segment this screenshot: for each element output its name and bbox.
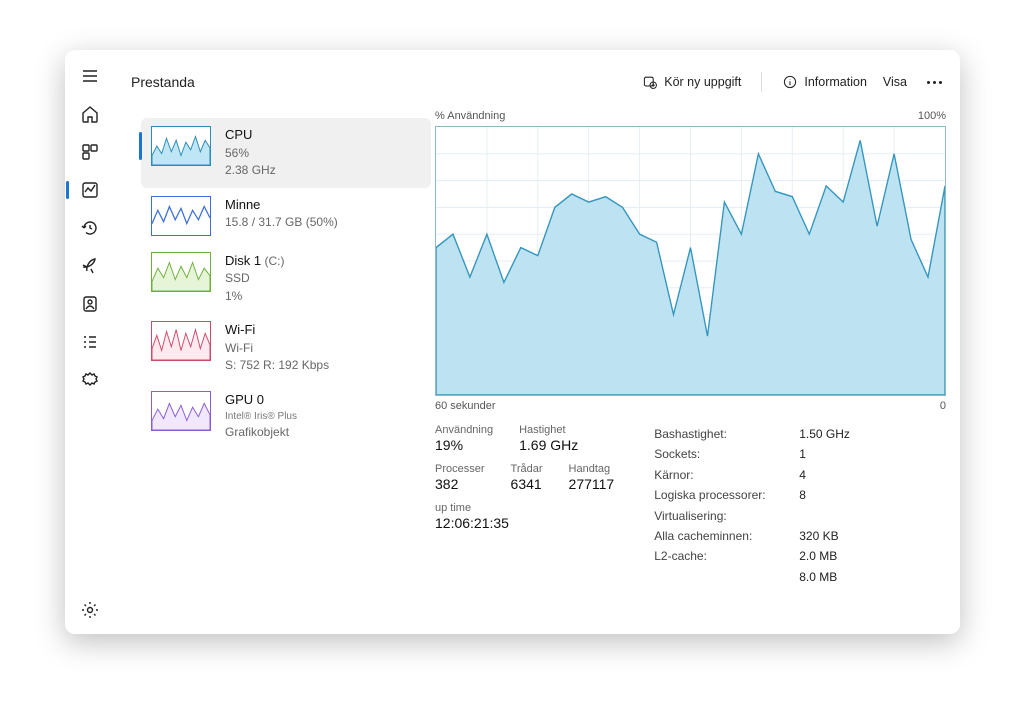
details-icon[interactable] xyxy=(80,332,100,352)
item-line1: Grafikobjekt xyxy=(225,424,297,441)
main-pane: % Användning 100% 60 sekunder 0 xyxy=(431,110,960,634)
task-manager-window: Prestanda Kör ny uppgift Information Vis… xyxy=(65,50,960,634)
wifi-thumb xyxy=(151,321,211,361)
item-line1: 56% xyxy=(225,145,276,162)
item-name: CPU xyxy=(225,126,276,145)
sidebar-item-wifi[interactable]: Wi-Fi Wi-Fi S: 752 R: 192 Kbps xyxy=(141,313,431,383)
l3-k xyxy=(654,567,789,587)
gpu-meta: GPU 0 Intel® Iris® Plus Grafikobjekt xyxy=(225,391,297,442)
uptime-value: 12:06:21:35 xyxy=(435,515,614,531)
disk-thumb xyxy=(151,252,211,292)
lproc-v: 8 xyxy=(799,485,806,505)
cpu-usage-chart xyxy=(435,126,946,396)
history-icon[interactable] xyxy=(80,218,100,238)
body: CPU 56% 2.38 GHz Minne 15.8 / 31.7 GB (5… xyxy=(131,110,960,634)
gpu-thumb xyxy=(151,391,211,431)
view-button[interactable]: Visa xyxy=(883,75,907,89)
run-new-task-label: Kör ny uppgift xyxy=(664,75,741,89)
chart-xright: 0 xyxy=(940,400,946,412)
chart-header: % Användning 100% xyxy=(435,110,946,122)
view-label: Visa xyxy=(883,75,907,89)
usage-label: Användning xyxy=(435,424,493,436)
l2-v: 2.0 MB xyxy=(799,546,837,566)
hamburger-icon[interactable] xyxy=(80,66,100,86)
users-icon[interactable] xyxy=(80,294,100,314)
sidebar-item-cpu[interactable]: CPU 56% 2.38 GHz xyxy=(141,118,431,188)
chart-xleft: 60 sekunder xyxy=(435,400,496,412)
item-name: Minne xyxy=(225,196,338,215)
more-icon[interactable] xyxy=(923,77,946,88)
information-label: Information xyxy=(804,75,867,89)
memory-meta: Minne 15.8 / 31.7 GB (50%) xyxy=(225,196,338,232)
chart-ylabel: % Användning xyxy=(435,110,505,122)
separator xyxy=(761,72,762,92)
stat-col-left: Användning19% Hastighet1.69 GHz Processe… xyxy=(435,424,614,587)
item-name: Disk 1 xyxy=(225,253,261,268)
sockets-v: 1 xyxy=(799,444,806,464)
page-title: Prestanda xyxy=(131,74,195,90)
cache-k: Alla cacheminnen: xyxy=(654,526,789,546)
sockets-k: Sockets: xyxy=(654,444,789,464)
processes-icon[interactable] xyxy=(80,142,100,162)
threads-label: Trådar xyxy=(511,463,543,475)
virt-k: Virtualisering: xyxy=(654,506,789,526)
chart-ymax: 100% xyxy=(918,110,946,122)
cores-k: Kärnor: xyxy=(654,465,789,485)
item-line2: 1% xyxy=(225,288,284,305)
stats-area: Användning19% Hastighet1.69 GHz Processe… xyxy=(435,420,946,587)
base-speed-k: Bashastighet: xyxy=(654,424,789,444)
item-tiny: Intel® Iris® Plus xyxy=(225,410,297,425)
item-line1: 15.8 / 31.7 GB (50%) xyxy=(225,214,338,231)
startup-icon[interactable] xyxy=(80,256,100,276)
services-icon[interactable] xyxy=(80,370,100,390)
item-line1: SSD xyxy=(225,270,284,287)
lproc-k: Logiska processorer: xyxy=(654,485,789,505)
speed-value: 1.69 GHz xyxy=(519,437,578,453)
item-line2: 2.38 GHz xyxy=(225,162,276,179)
cpu-meta: CPU 56% 2.38 GHz xyxy=(225,126,276,180)
resource-list: CPU 56% 2.38 GHz Minne 15.8 / 31.7 GB (5… xyxy=(131,110,431,634)
handles-label: Handtag xyxy=(569,463,615,475)
base-speed-v: 1.50 GHz xyxy=(799,424,850,444)
settings-icon[interactable] xyxy=(80,600,100,620)
uptime-label: up time xyxy=(435,502,614,514)
chart-footer: 60 sekunder 0 xyxy=(435,400,946,412)
item-line2: S: 752 R: 192 Kbps xyxy=(225,357,329,374)
disk-meta: Disk 1 (C:) SSD 1% xyxy=(225,252,284,306)
sidebar-item-disk[interactable]: Disk 1 (C:) SSD 1% xyxy=(141,244,431,314)
sidebar-item-memory[interactable]: Minne 15.8 / 31.7 GB (50%) xyxy=(141,188,431,244)
cpu-thumb xyxy=(151,126,211,166)
home-icon[interactable] xyxy=(80,104,100,124)
memory-thumb xyxy=(151,196,211,236)
header: Prestanda Kör ny uppgift Information Vis… xyxy=(131,66,946,98)
speed-label: Hastighet xyxy=(519,424,578,436)
item-name: GPU 0 xyxy=(225,391,297,410)
processes-label: Processer xyxy=(435,463,485,475)
nav-rail xyxy=(65,50,115,634)
run-new-task-button[interactable]: Kör ny uppgift xyxy=(642,74,741,90)
handles-value: 277117 xyxy=(569,476,615,492)
cache-v: 320 KB xyxy=(799,526,838,546)
threads-value: 6341 xyxy=(511,476,543,492)
item-name: Wi-Fi xyxy=(225,321,329,340)
l3-v: 8.0 MB xyxy=(799,567,837,587)
performance-icon[interactable] xyxy=(80,180,100,200)
item-line1: Wi-Fi xyxy=(225,340,329,357)
information-button[interactable]: Information xyxy=(782,74,867,90)
l2-k: L2-cache: xyxy=(654,546,789,566)
processes-value: 382 xyxy=(435,476,485,492)
item-extra: (C:) xyxy=(264,254,284,268)
cores-v: 4 xyxy=(799,465,806,485)
wifi-meta: Wi-Fi Wi-Fi S: 752 R: 192 Kbps xyxy=(225,321,329,375)
usage-value: 19% xyxy=(435,437,493,453)
sidebar-item-gpu[interactable]: GPU 0 Intel® Iris® Plus Grafikobjekt xyxy=(141,383,431,450)
spec-table: Bashastighet: 1.50 GHz Sockets: 1 Kärnor: 4… xyxy=(654,424,850,587)
